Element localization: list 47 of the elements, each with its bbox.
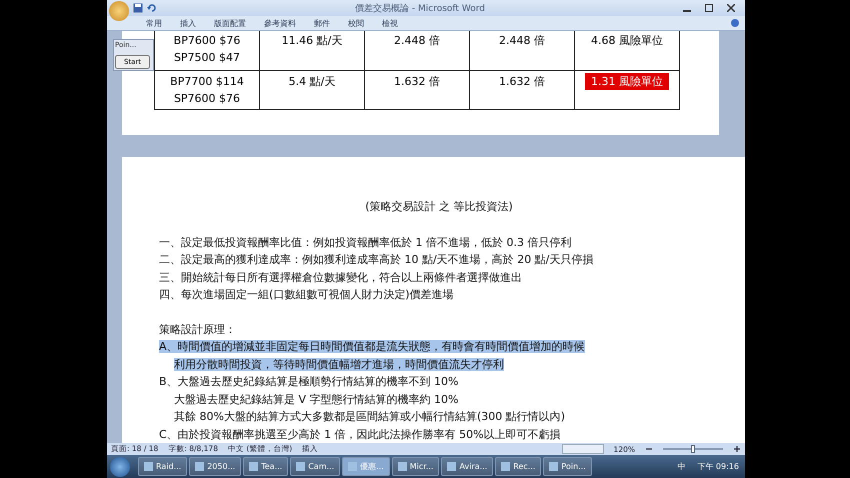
- input-method-indicator[interactable]: 中: [673, 461, 690, 472]
- ribbon-tab[interactable]: 參考資料: [255, 18, 305, 28]
- list-item-text: 一、設定最低投資報酬率比值：例如投資報酬率低於 1 倍不進場，低於 0.3 倍只停利: [159, 234, 572, 250]
- list-item-text: B、大盤過去歷史紀錄結算是極順勢行情結算的機率不到 10%: [159, 374, 460, 390]
- highlighted-text: 1.31 風險單位: [585, 73, 669, 90]
- section-heading: 策略設計原理：: [159, 322, 237, 338]
- continuation-text: 其餘 80%大盤的結算方式大多數都是區間結算或小幅行情結算(300 點行情以內): [173, 409, 566, 425]
- table-cell: 2.448 倍: [364, 31, 470, 70]
- table-cell: 5.4 點/天: [260, 70, 364, 110]
- close-icon[interactable]: [727, 4, 735, 12]
- table-cell: BP7700 $114 SP7600 $76: [154, 70, 260, 110]
- table-cell: 4.68 風險單位: [574, 31, 680, 70]
- save-icon[interactable]: [133, 3, 143, 13]
- taskbar-button[interactable]: Rec...: [495, 457, 542, 476]
- clock[interactable]: 下午 09:16: [691, 461, 745, 472]
- table-cell: 1.632 倍: [470, 70, 574, 110]
- taskbar-button[interactable]: Cam...: [290, 457, 340, 476]
- ribbon-tab[interactable]: 檢視: [373, 18, 407, 28]
- list-item-text: 三、開始統計每日所有選擇權倉位數據變化，符合以上兩條件者選擇做進出: [159, 270, 523, 286]
- start-button[interactable]: [110, 456, 130, 476]
- undo-icon[interactable]: [147, 3, 157, 13]
- taskbar-button[interactable]: Avira...: [441, 457, 494, 476]
- zoom-in-icon[interactable]: [733, 445, 741, 453]
- continuation-text: 利用分散時間投資，等待時間價值幅增才進場，時間價值流失才停利: [173, 356, 505, 372]
- list-item-text: C、由於投資報酬率挑選至少高於 1 倍，因此此法操作勝率有 50%以上即可不虧損: [159, 426, 562, 442]
- document-heading: (策略交易設計 之 等比投資法): [364, 198, 514, 214]
- taskbar-button[interactable]: 2050...: [189, 457, 242, 476]
- ribbon-tab[interactable]: 版面配置: [205, 18, 255, 28]
- table-cell: BP7600 $76 SP7500 $47: [154, 31, 260, 70]
- ribbon-tab[interactable]: 常用: [137, 18, 171, 28]
- ribbon-tab[interactable]: 插入: [171, 18, 205, 28]
- table-cell: 11.46 點/天: [260, 31, 364, 70]
- taskbar-button[interactable]: Raid...: [138, 457, 188, 476]
- ribbon-tab[interactable]: 校閱: [339, 18, 373, 28]
- table-cell: 2.448 倍: [470, 31, 574, 70]
- maximize-icon[interactable]: [705, 4, 713, 12]
- list-item-text: 二、設定最高的獲利達成率：例如獲利達成率高於 10 點/天不進場，高於 20 點/天只停損: [159, 252, 594, 268]
- list-item-text: 四、每次進場固定一組(口數組數可視個人財力決定)價差進場: [159, 287, 455, 303]
- continuation-text: 大盤過去歷史紀錄結算是 V 字型態行情結算的機率約 10%: [173, 392, 460, 408]
- list-item-text: A、時間價值的增減並非固定每日時間價值都是流失狀態，有時會有時間價值增加的時候: [159, 339, 586, 355]
- taskbar-button[interactable]: Tea...: [243, 457, 288, 476]
- window-title: 價差交易概論 - Microsoft Word: [354, 2, 486, 14]
- taskbar-button[interactable]: Poin...: [543, 457, 592, 476]
- help-icon[interactable]: [731, 19, 739, 27]
- table-cell: 1.632 倍: [364, 70, 470, 110]
- ribbon-tab[interactable]: 郵件: [305, 18, 339, 28]
- taskbar-button[interactable]: Micr...: [392, 457, 440, 476]
